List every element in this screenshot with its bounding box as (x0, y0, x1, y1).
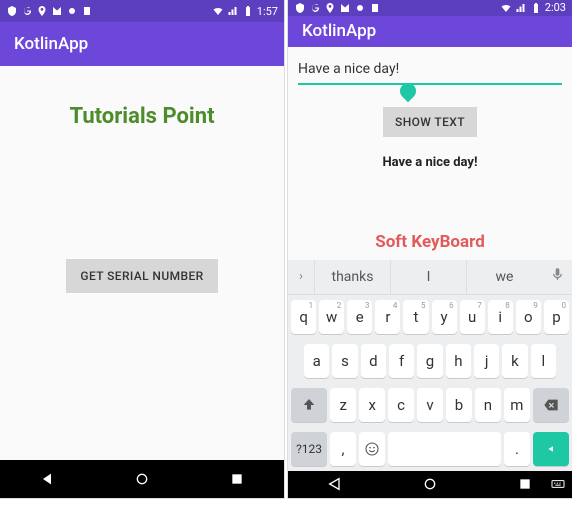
google-icon (21, 5, 33, 17)
mail-icon (339, 2, 351, 14)
battery-icon (242, 5, 254, 17)
key-e[interactable]: e3 (347, 300, 372, 334)
key-o[interactable]: o9 (516, 300, 541, 334)
key-c[interactable]: c (388, 388, 414, 422)
backspace-icon (543, 397, 559, 413)
key-row-1: q1 w2 e3 r4 t5 y6 u7 i8 o9 p0 (288, 295, 572, 339)
key-s[interactable]: s (332, 344, 357, 378)
key-period[interactable]: . (504, 432, 530, 466)
key-enter[interactable] (533, 432, 569, 466)
text-input[interactable] (298, 57, 562, 85)
wifi-icon (212, 5, 224, 17)
get-serial-number-button[interactable]: GET SERIAL NUMBER (66, 259, 217, 293)
nav-back-icon[interactable] (327, 476, 343, 492)
emoji-icon (364, 441, 380, 457)
shield-icon (294, 2, 306, 14)
nav-keyboard-icon[interactable] (550, 476, 566, 492)
phone-left: 1:57 KotlinApp Tutorials Point GET SERIA… (0, 0, 284, 498)
phone-right: 2:03 KotlinApp SHOW TEXT Have a nice day… (288, 0, 572, 498)
key-q[interactable]: q1 (291, 300, 316, 334)
location-icon (36, 5, 48, 17)
shield-icon (6, 5, 18, 17)
key-emoji[interactable] (359, 432, 385, 466)
show-text-button[interactable]: SHOW TEXT (383, 107, 477, 137)
key-t[interactable]: t5 (403, 300, 428, 334)
wifi-icon (500, 2, 512, 14)
key-comma[interactable]: , (330, 432, 356, 466)
nav-recent-icon[interactable] (517, 476, 533, 492)
key-y[interactable]: y6 (432, 300, 457, 334)
suggestion-expand-icon[interactable]: › (288, 269, 314, 284)
suggestion-item[interactable]: thanks (314, 260, 390, 294)
key-n[interactable]: n (475, 388, 501, 422)
key-a[interactable]: a (304, 344, 329, 378)
key-row-2: a s d f g h j k l (288, 339, 572, 383)
mail-icon (51, 5, 63, 17)
nav-home-icon[interactable] (134, 471, 150, 487)
key-k[interactable]: k (502, 344, 527, 378)
key-d[interactable]: d (361, 344, 386, 378)
status-time: 1:57 (257, 5, 278, 18)
card-icon (369, 2, 381, 14)
key-i[interactable]: i8 (488, 300, 513, 334)
key-row-3: z x c v b n m (288, 383, 572, 427)
soft-keyboard: › thanks I we q1 w2 e3 r4 t5 y6 u7 i8 o9… (288, 260, 572, 471)
circle-icon (66, 5, 78, 17)
key-r[interactable]: r4 (375, 300, 400, 334)
nav-back-icon[interactable] (39, 471, 55, 487)
key-b[interactable]: b (446, 388, 472, 422)
key-x[interactable]: x (359, 388, 385, 422)
mic-icon[interactable] (542, 267, 572, 286)
page-heading: Tutorials Point (69, 104, 214, 129)
key-symbols[interactable]: ?123 (291, 432, 327, 466)
suggestion-item[interactable]: I (390, 260, 466, 294)
content-area: Tutorials Point GET SERIAL NUMBER (0, 66, 284, 460)
signal-icon (227, 5, 239, 17)
key-l[interactable]: l (531, 344, 556, 378)
card-icon (81, 5, 93, 17)
key-space[interactable] (388, 432, 501, 466)
enter-icon (543, 441, 559, 457)
google-icon (309, 2, 321, 14)
nav-home-icon[interactable] (422, 476, 438, 492)
content-area: SHOW TEXT Have a nice day! Soft KeyBoard… (288, 47, 572, 471)
key-u[interactable]: u7 (460, 300, 485, 334)
key-g[interactable]: g (417, 344, 442, 378)
key-row-4: ?123 , . (288, 427, 572, 471)
status-bar: 1:57 (0, 0, 284, 22)
nav-recent-icon[interactable] (229, 471, 245, 487)
app-bar: KotlinApp (0, 22, 284, 66)
navigation-bar (0, 460, 284, 498)
navigation-bar (288, 471, 572, 498)
key-f[interactable]: f (389, 344, 414, 378)
key-h[interactable]: h (446, 344, 471, 378)
circle-icon (354, 2, 366, 14)
signal-icon (515, 2, 527, 14)
key-m[interactable]: m (504, 388, 530, 422)
key-p[interactable]: p0 (544, 300, 569, 334)
app-bar: KotlinApp (288, 16, 572, 47)
key-j[interactable]: j (474, 344, 499, 378)
key-v[interactable]: v (417, 388, 443, 422)
status-time: 2:03 (545, 1, 566, 14)
output-text: Have a nice day! (383, 155, 478, 170)
suggestion-item[interactable]: we (466, 260, 542, 294)
location-icon (324, 2, 336, 14)
key-w[interactable]: w2 (319, 300, 344, 334)
status-bar: 2:03 (288, 0, 572, 16)
key-backspace[interactable] (533, 388, 569, 422)
app-title: KotlinApp (14, 34, 88, 54)
app-title: KotlinApp (302, 21, 376, 41)
soft-keyboard-label: Soft KeyBoard (375, 232, 485, 252)
key-z[interactable]: z (330, 388, 356, 422)
key-shift[interactable] (291, 388, 327, 422)
battery-icon (530, 2, 542, 14)
shift-icon (301, 397, 317, 413)
suggestion-row: › thanks I we (288, 260, 572, 295)
